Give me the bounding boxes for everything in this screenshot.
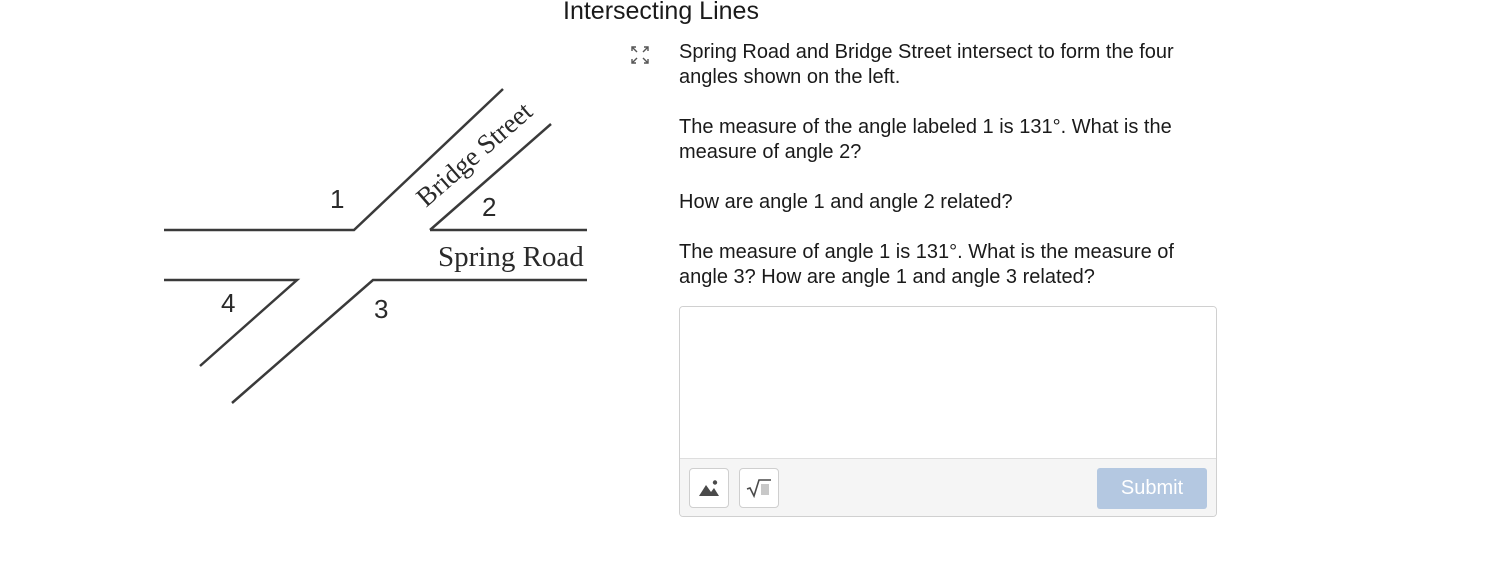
insert-image-button[interactable] (689, 468, 729, 508)
question-paragraph: How are angle 1 and angle 2 related? (679, 191, 1013, 213)
insert-math-button[interactable] (739, 468, 779, 508)
question-paragraph: The measure of angle 1 is 131°. What is … (679, 241, 1174, 288)
question-paragraph: The measure of the angle labeled 1 is 13… (679, 116, 1172, 163)
answer-toolbar: Submit (680, 458, 1216, 516)
angle-1-label: 1 (330, 184, 344, 214)
bridge-street-label: Bridge Street (410, 96, 538, 213)
expand-icon (631, 46, 649, 64)
angle-4-label: 4 (221, 288, 235, 318)
expand-button[interactable] (628, 43, 652, 67)
submit-button[interactable]: Submit (1097, 468, 1207, 509)
spring-road-label: Spring Road (438, 241, 584, 273)
square-root-icon (746, 479, 771, 498)
angle-2-label: 2 (482, 192, 496, 222)
question-paragraph: Spring Road and Bridge Street intersect … (679, 41, 1174, 88)
answer-input[interactable] (680, 307, 1216, 458)
page-title: Intersecting Lines (563, 0, 759, 25)
image-icon (699, 480, 719, 496)
question-text: Spring Road and Bridge Street intersect … (679, 40, 1224, 315)
answer-box: Submit (679, 306, 1217, 517)
angle-3-label: 3 (374, 294, 388, 324)
diagram-svg: Bridge Street Spring Road 1 2 3 4 (164, 88, 587, 404)
intersection-diagram: Bridge Street Spring Road 1 2 3 4 (140, 80, 620, 420)
spring-road-lower-right-edge (231, 278, 587, 404)
